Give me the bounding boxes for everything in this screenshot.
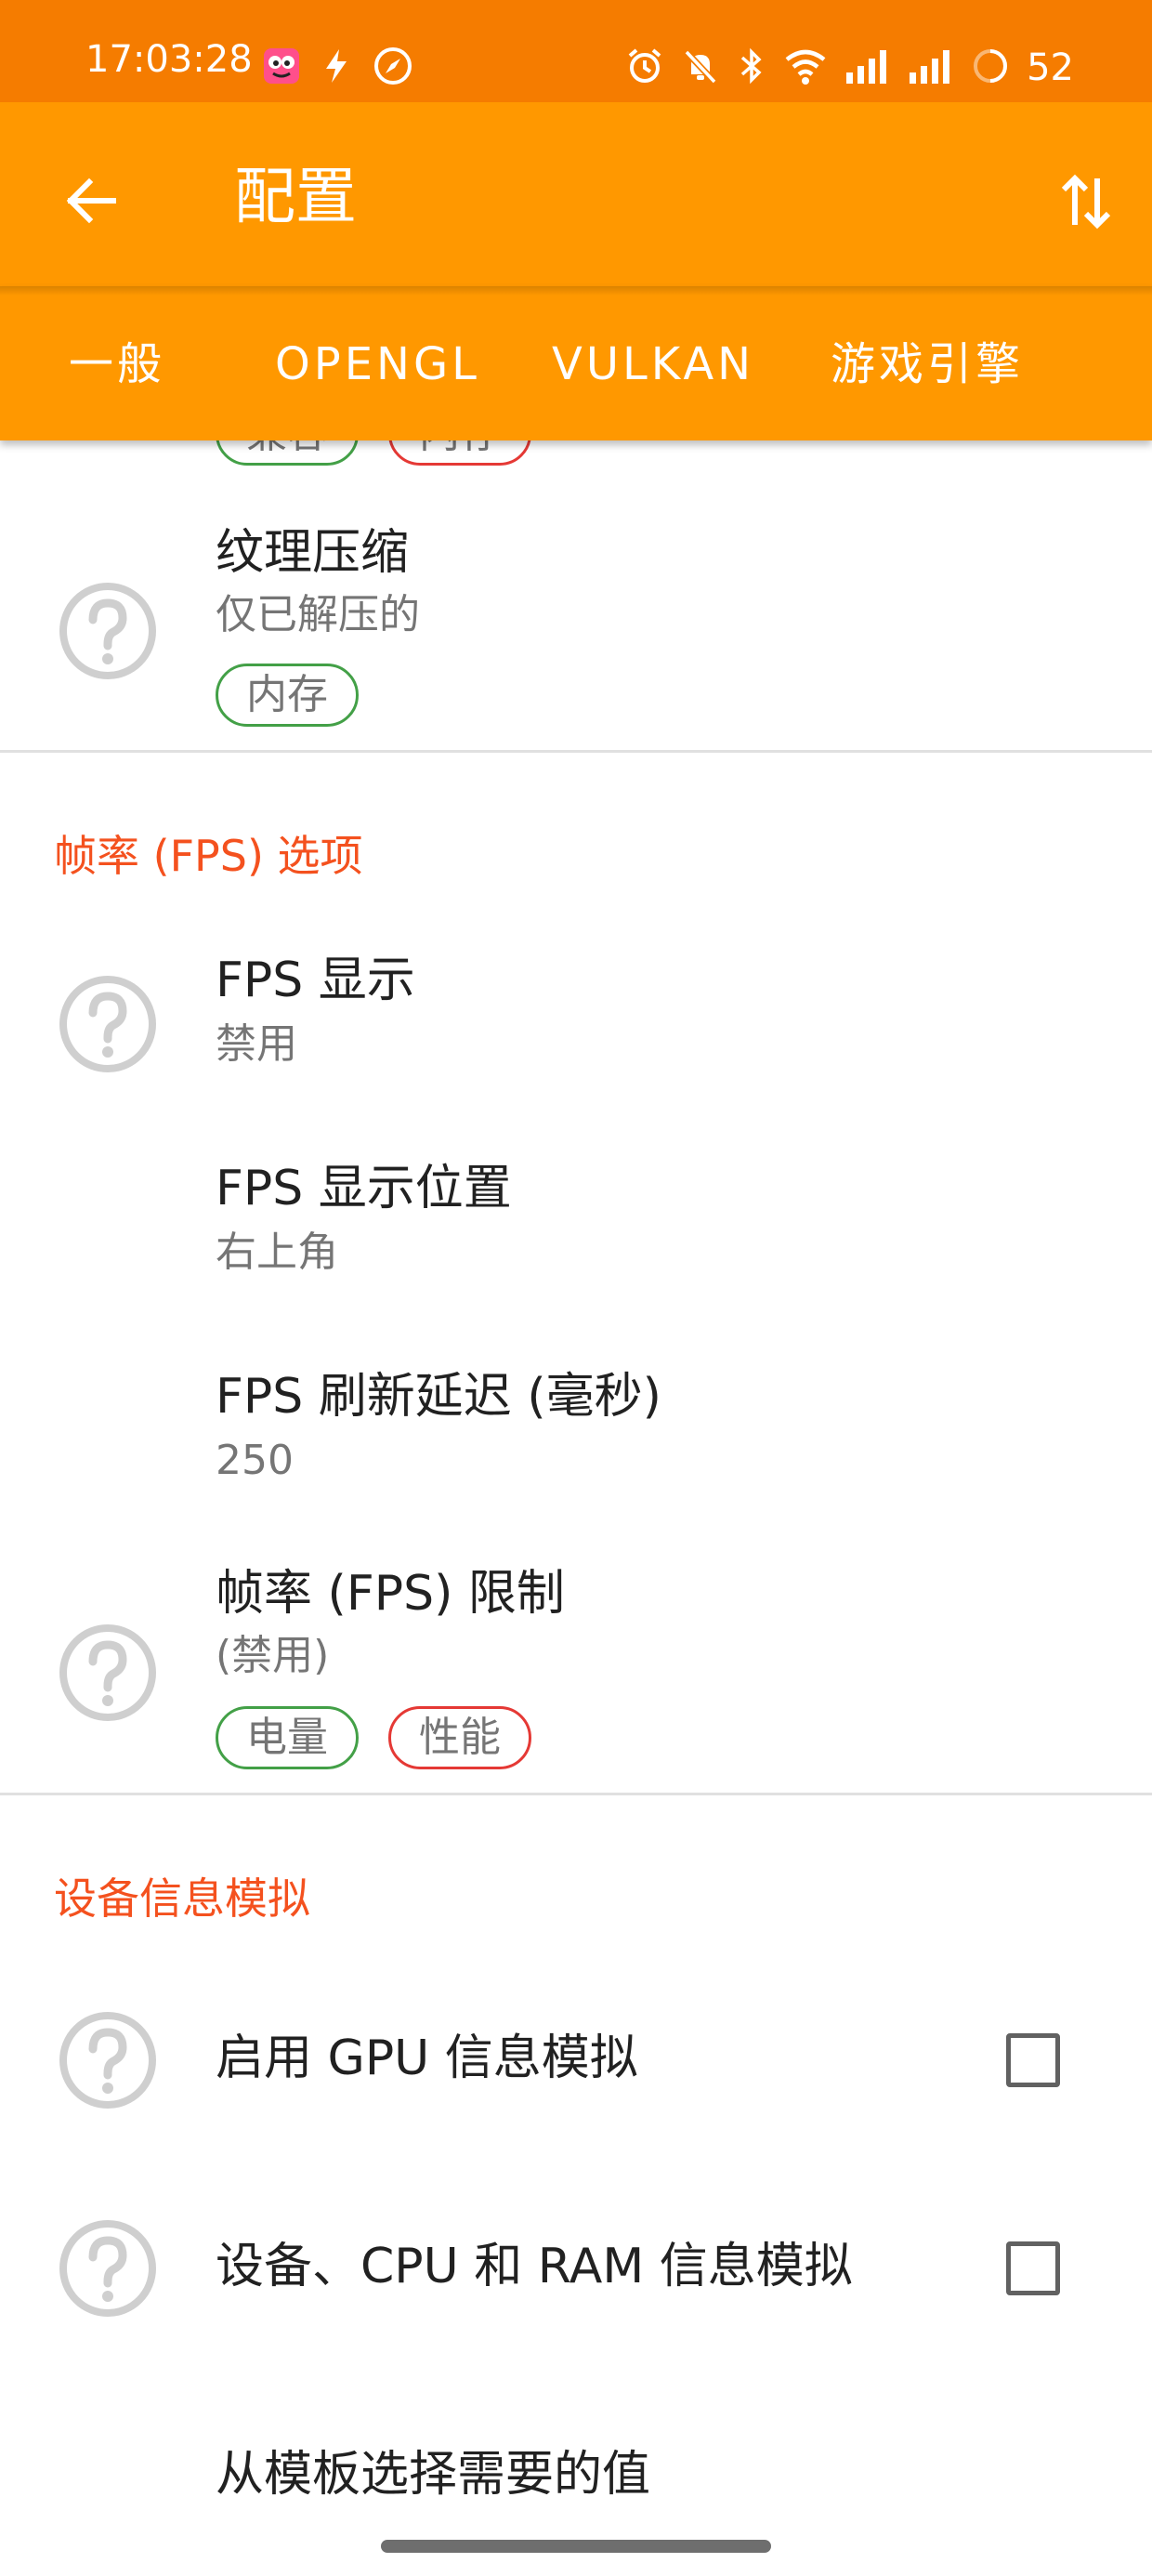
fps-position-title: FPS 显示位置 xyxy=(216,1161,512,1216)
fps-position-summary: 右上角 xyxy=(216,1229,338,1276)
fps-display-title: FPS 显示 xyxy=(216,953,415,1008)
muted-bell-icon xyxy=(681,46,720,89)
chip-memory: 内存 xyxy=(216,664,359,727)
app-notification-icon xyxy=(263,47,300,88)
help-icon[interactable] xyxy=(58,974,158,1074)
section-header-device-info: 设备信息模拟 xyxy=(54,1873,310,1924)
fps-refresh-delay-summary: 250 xyxy=(216,1437,294,1484)
help-icon[interactable] xyxy=(58,2010,158,2110)
tab-game-engine[interactable]: 游戏引擎 xyxy=(831,338,1024,392)
chip-performance: 性能 xyxy=(388,1706,531,1769)
tab-opengl[interactable]: OPENGL xyxy=(275,338,480,392)
select-from-template-title: 从模板选择需要的值 xyxy=(216,2447,651,2503)
sort-button[interactable] xyxy=(1044,160,1128,243)
arrow-left-icon xyxy=(66,177,116,224)
texture-compression-summary: 仅已解压的 xyxy=(216,591,420,638)
back-button[interactable] xyxy=(54,164,128,238)
chip-memory: 内存 xyxy=(388,440,531,466)
signal-icon xyxy=(844,46,891,89)
divider xyxy=(0,1793,1152,1795)
sort-arrows-icon xyxy=(1061,174,1111,230)
device-cpu-ram-emulation-title: 设备、CPU 和 RAM 信息模拟 xyxy=(216,2239,853,2294)
status-right-icons: 52 xyxy=(625,47,1074,88)
settings-list[interactable]: 兼容 内存 纹理压缩 仅已解压的 内存 帧率 (FPS) 选项 FPS 显示 禁… xyxy=(0,440,1152,2576)
status-time: 17:03:28 xyxy=(85,38,253,81)
fps-display-summary: 禁用 xyxy=(216,1020,297,1068)
gpu-info-emulation-checkbox[interactable] xyxy=(1006,2033,1060,2087)
device-cpu-ram-emulation-checkbox[interactable] xyxy=(1006,2241,1060,2295)
fps-limit-title: 帧率 (FPS) 限制 xyxy=(216,1566,565,1622)
texture-compression-title: 纹理压缩 xyxy=(216,525,410,581)
help-icon[interactable] xyxy=(58,1623,158,1723)
help-icon[interactable] xyxy=(58,581,158,681)
gpu-info-emulation-title: 启用 GPU 信息模拟 xyxy=(216,2031,638,2086)
page-title: 配置 xyxy=(234,161,357,232)
status-bar: 17:03:28 52 xyxy=(0,0,1152,102)
status-left-icons xyxy=(263,47,413,88)
flash-icon xyxy=(321,47,352,88)
divider xyxy=(0,750,1152,753)
fps-limit-summary: (禁用) xyxy=(216,1632,330,1679)
tab-vulkan[interactable]: VULKAN xyxy=(552,338,754,392)
tab-bar: 一般 OPENGL VULKAN 游戏引擎 xyxy=(0,286,1152,440)
battery-level: 52 xyxy=(1027,46,1074,89)
compass-icon xyxy=(373,46,413,90)
chip-battery: 电量 xyxy=(216,1706,359,1769)
gesture-nav-handle[interactable] xyxy=(381,2540,771,2553)
fps-refresh-delay-title: FPS 刷新延迟 (毫秒) xyxy=(216,1369,661,1425)
battery-ring-icon xyxy=(971,46,1010,89)
tab-general[interactable]: 一般 xyxy=(69,338,165,392)
app-bar: 配置 xyxy=(0,102,1152,286)
section-header-fps: 帧率 (FPS) 选项 xyxy=(54,831,363,881)
help-icon[interactable] xyxy=(58,2218,158,2319)
bluetooth-icon xyxy=(737,46,766,89)
wifi-icon xyxy=(783,46,828,89)
alarm-icon xyxy=(625,46,664,89)
signal-icon xyxy=(908,46,954,89)
chip-compatible: 兼容 xyxy=(216,440,359,466)
